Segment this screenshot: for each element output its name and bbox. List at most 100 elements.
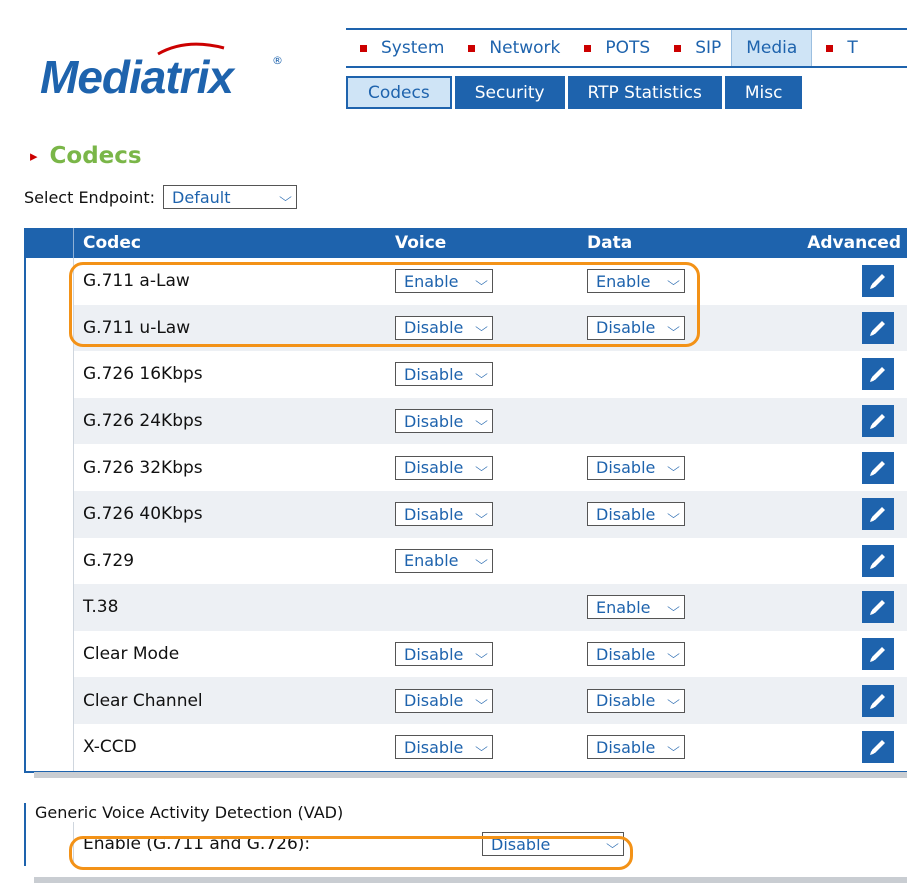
voice-cell: Disable ⌵ xyxy=(387,735,577,760)
endpoint-selector: Select Endpoint: Default ⌵ xyxy=(24,185,298,209)
chevron-down-icon: ⌵ xyxy=(667,646,680,661)
voice-select[interactable]: Disable ⌵ xyxy=(395,315,493,340)
endpoint-select[interactable]: Default ⌵ xyxy=(163,185,298,209)
voice-select-value: Disable xyxy=(404,458,464,478)
chevron-down-icon: ⌵ xyxy=(667,506,680,521)
nav-item-network[interactable]: Network xyxy=(454,30,570,66)
nav-marker-icon xyxy=(360,44,367,52)
nav-marker-icon xyxy=(674,44,682,52)
nav-item-pots[interactable]: POTS xyxy=(570,30,660,66)
advanced-cell xyxy=(785,591,907,624)
data-select-value: Disable xyxy=(596,737,656,757)
advanced-edit-button[interactable] xyxy=(862,544,894,577)
chevron-down-icon: ⌵ xyxy=(667,739,680,754)
advanced-cell xyxy=(785,451,907,484)
data-cell: Enable ⌵ xyxy=(577,269,785,294)
pencil-icon xyxy=(870,367,885,383)
codec-name: T.38 xyxy=(83,597,119,618)
codec-table-header: Codec Voice Data Advanced xyxy=(26,228,907,258)
header-advanced: Advanced xyxy=(807,233,901,253)
pencil-icon xyxy=(870,693,885,709)
row-spacer xyxy=(26,677,74,724)
nav-item-label: Media xyxy=(746,38,798,58)
advanced-edit-button[interactable] xyxy=(862,498,894,531)
advanced-edit-button[interactable] xyxy=(862,311,894,344)
voice-cell: Disable ⌵ xyxy=(387,502,577,527)
tab-codecs[interactable]: Codecs xyxy=(346,76,452,109)
advanced-edit-button[interactable] xyxy=(862,405,894,438)
logo-text: Mediatrix xyxy=(40,51,234,103)
advanced-cell xyxy=(785,731,907,764)
data-select[interactable]: Disable ⌵ xyxy=(587,735,685,760)
pencil-icon xyxy=(870,600,885,616)
vad-label: Enable (G.711 and G.726): xyxy=(83,834,311,854)
codec-name: G.726 24Kbps xyxy=(83,411,203,432)
vad-section: Generic Voice Activity Detection (VAD) E… xyxy=(24,803,907,866)
voice-cell: Disable ⌵ xyxy=(387,362,577,387)
table-row: Clear Channel Disable ⌵ Disable ⌵ xyxy=(26,677,907,724)
table-row: G.726 40Kbps Disable ⌵ Disable ⌵ xyxy=(26,490,907,538)
data-cell: Disable ⌵ xyxy=(577,642,785,667)
advanced-edit-button[interactable] xyxy=(862,451,894,484)
advanced-cell xyxy=(785,405,907,438)
voice-select[interactable]: Disable ⌵ xyxy=(395,688,493,713)
advanced-cell xyxy=(785,544,907,577)
advanced-edit-button[interactable] xyxy=(862,265,894,298)
chevron-down-icon: ⌵ xyxy=(475,739,488,754)
chevron-down-icon: ⌵ xyxy=(606,836,619,851)
nav-item-t[interactable]: T xyxy=(812,30,867,66)
vad-select[interactable]: Disable ⌵ xyxy=(482,832,624,856)
voice-select[interactable]: Disable ⌵ xyxy=(395,362,493,387)
voice-select[interactable]: Disable ⌵ xyxy=(395,409,493,434)
codec-name: G.711 a-Law xyxy=(83,271,190,292)
data-select[interactable]: Disable ⌵ xyxy=(587,688,685,713)
nav-item-system[interactable]: System xyxy=(346,30,454,66)
voice-cell: Disable ⌵ xyxy=(387,688,577,713)
nav-item-media[interactable]: Media xyxy=(731,30,813,66)
data-select-value: Disable xyxy=(596,504,656,524)
data-select[interactable]: Enable ⌵ xyxy=(587,595,685,620)
advanced-edit-button[interactable] xyxy=(862,638,894,671)
data-cell: Disable ⌵ xyxy=(577,688,785,713)
advanced-edit-button[interactable] xyxy=(862,591,894,624)
chevron-down-icon: ⌵ xyxy=(475,693,488,708)
voice-cell: Enable ⌵ xyxy=(387,269,577,294)
voice-select[interactable]: Disable ⌵ xyxy=(395,502,493,527)
advanced-edit-button[interactable] xyxy=(862,684,894,717)
data-select[interactable]: Disable ⌵ xyxy=(587,455,685,480)
endpoint-select-value: Default xyxy=(172,187,231,207)
nav-item-sip[interactable]: SIP xyxy=(660,30,731,66)
sub-navigation: Codecs Security RTP Statistics Misc xyxy=(346,76,803,109)
chevron-down-icon: ⌵ xyxy=(667,320,680,335)
nav-marker-icon xyxy=(468,44,476,52)
voice-select[interactable]: Disable ⌵ xyxy=(395,735,493,760)
nav-marker-icon xyxy=(584,44,592,52)
voice-select[interactable]: Disable ⌵ xyxy=(395,642,493,667)
vad-header: Generic Voice Activity Detection (VAD) xyxy=(26,803,907,822)
data-select[interactable]: Enable ⌵ xyxy=(587,269,685,294)
data-select-value: Disable xyxy=(596,691,656,711)
advanced-edit-button[interactable] xyxy=(862,358,894,391)
voice-cell: Disable ⌵ xyxy=(387,455,577,480)
tab-misc[interactable]: Misc xyxy=(724,76,803,109)
voice-select[interactable]: Enable ⌵ xyxy=(395,548,493,573)
codec-rows: G.711 a-Law Enable ⌵ Enable ⌵ G.711 u-Law Disa… xyxy=(26,258,907,771)
chevron-down-icon: ⌵ xyxy=(667,273,680,288)
data-cell: Disable ⌵ xyxy=(577,735,785,760)
advanced-edit-button[interactable] xyxy=(862,731,894,764)
heading-arrow-icon: ▸ xyxy=(30,147,38,165)
data-select[interactable]: Disable ⌵ xyxy=(587,315,685,340)
tab-security[interactable]: Security xyxy=(454,76,565,109)
voice-select[interactable]: Disable ⌵ xyxy=(395,455,493,480)
page-heading: ▸ Codecs xyxy=(30,143,142,169)
pencil-icon xyxy=(870,507,885,523)
data-select-value: Enable xyxy=(596,271,651,291)
voice-cell: Disable ⌵ xyxy=(387,315,577,340)
voice-select-value: Disable xyxy=(404,737,464,757)
data-select[interactable]: Disable ⌵ xyxy=(587,642,685,667)
chevron-down-icon: ⌵ xyxy=(475,320,488,335)
tab-rtp-statistics[interactable]: RTP Statistics xyxy=(567,76,722,109)
voice-select-value: Disable xyxy=(404,691,464,711)
data-select[interactable]: Disable ⌵ xyxy=(587,502,685,527)
voice-select[interactable]: Enable ⌵ xyxy=(395,269,493,294)
